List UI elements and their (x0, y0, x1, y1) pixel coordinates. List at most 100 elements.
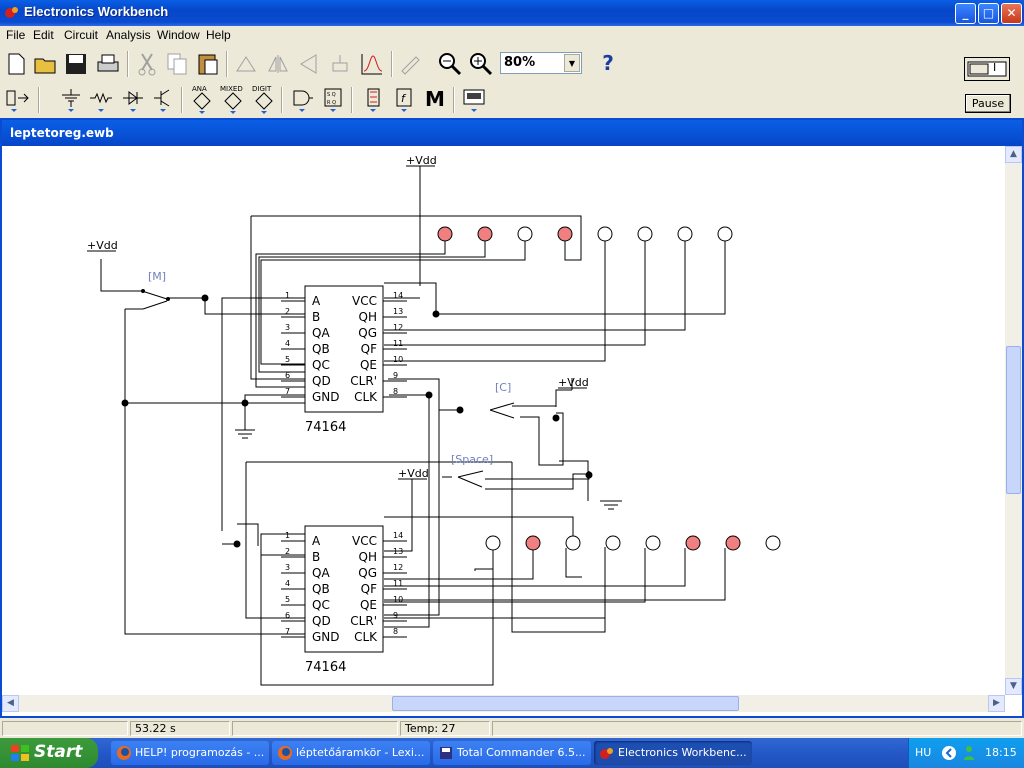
pin-name: QB (312, 582, 330, 596)
status-message (2, 721, 128, 736)
svg-text:S Q: S Q (327, 92, 336, 98)
vertical-scroll-thumb[interactable] (1006, 346, 1021, 494)
pin-name: QH (359, 310, 377, 324)
task-firefox-help[interactable]: HELP! programozás - ... (111, 741, 269, 765)
paste-icon[interactable] (195, 51, 221, 77)
zoom-in-icon[interactable] (468, 51, 494, 77)
pin-name: QF (361, 582, 377, 596)
miscellaneous-bin[interactable]: M (422, 87, 448, 113)
svg-text:f: f (401, 92, 407, 105)
start-button[interactable]: Start (0, 738, 98, 768)
minimize-button[interactable]: _ (955, 3, 976, 24)
pin-name: QF (361, 342, 377, 356)
rotate-icon[interactable] (233, 51, 259, 77)
pin-name: VCC (352, 294, 377, 308)
led-off (677, 226, 693, 242)
power-switch[interactable]: I (964, 57, 1010, 81)
open-folder-icon[interactable] (33, 51, 59, 77)
switch-m[interactable] (141, 289, 170, 310)
maximize-button[interactable]: □ (978, 3, 999, 24)
analog-ics-bin[interactable]: ANA (188, 85, 216, 115)
graph-analysis-icon[interactable] (359, 51, 385, 77)
floppy-disk-icon (440, 747, 452, 759)
scroll-down-icon[interactable]: ▼ (1005, 678, 1022, 695)
vdd-label-top: +Vdd (406, 154, 437, 167)
menu-analysis[interactable]: Analysis (106, 28, 151, 42)
scroll-left-icon[interactable]: ◀ (2, 695, 19, 712)
instruments-bin-icon[interactable] (461, 87, 487, 113)
cut-icon[interactable] (134, 51, 160, 77)
led-off (765, 535, 781, 551)
horizontal-scrollbar[interactable]: ◀ ▶ (2, 695, 1005, 712)
flip-vertical-icon[interactable] (296, 51, 322, 77)
favorites-bin-icon[interactable] (3, 87, 31, 113)
pin-name: QH (359, 550, 377, 564)
pause-button[interactable]: Pause (965, 94, 1011, 113)
led-on (557, 226, 573, 242)
language-indicator[interactable]: HU (915, 746, 931, 759)
chevron-down-icon[interactable]: ▼ (564, 54, 580, 72)
zoom-out-icon[interactable] (437, 51, 463, 77)
workbench-app-icon (600, 748, 613, 759)
menu-window[interactable]: Window (157, 28, 200, 42)
copy-icon[interactable] (164, 51, 190, 77)
switch-space[interactable] (457, 470, 484, 488)
basic-bin-icon[interactable] (88, 87, 114, 113)
tray-expand-icon[interactable] (941, 745, 957, 761)
vdd-label-right: +Vdd (558, 376, 589, 389)
task-firefox-lexi[interactable]: léptetőáramkör - Lexi... (272, 741, 430, 765)
switch-c[interactable] (489, 402, 515, 419)
pin-name: VCC (352, 534, 377, 548)
mixed-ics-bin[interactable]: MIXED (219, 85, 247, 115)
sources-bin-icon[interactable] (58, 87, 84, 113)
pin-name: QG (358, 566, 377, 580)
create-subcircuit-icon[interactable] (397, 51, 423, 77)
pin-name: A (312, 294, 321, 308)
firefox-icon (117, 746, 131, 760)
document-title-bar[interactable]: leptetoreg.ewb (2, 120, 1022, 146)
scroll-right-icon[interactable]: ▶ (988, 695, 1005, 712)
messenger-icon[interactable] (961, 745, 977, 761)
app-title-bar[interactable]: Electronics Workbench _ □ ✕ (0, 0, 1024, 26)
digital-ics-bin[interactable]: DIGIT (250, 85, 278, 115)
document-title: leptetoreg.ewb (10, 126, 114, 140)
horizontal-scroll-thumb[interactable] (392, 696, 739, 711)
status-extra (492, 721, 1022, 736)
led-on (437, 226, 453, 242)
pin-name: CLK (354, 630, 378, 644)
menu-file[interactable]: File (6, 28, 25, 42)
led-off (565, 535, 581, 551)
new-file-icon[interactable] (3, 51, 29, 77)
scroll-up-icon[interactable]: ▲ (1005, 146, 1022, 163)
workbench-app-icon (5, 7, 18, 18)
led-off (645, 535, 661, 551)
system-tray: HU 18:15 (908, 738, 1024, 768)
chip-name: 74164 (305, 420, 346, 435)
zoom-select[interactable]: 80% ▼ (500, 52, 582, 74)
pin-name: GND (312, 390, 340, 404)
help-button[interactable]: ? (594, 51, 622, 77)
pin-name: A (312, 534, 321, 548)
pin-number: 14 (393, 291, 403, 300)
save-icon[interactable] (63, 51, 89, 77)
logic-gates-bin-icon[interactable] (289, 87, 315, 113)
component-properties-icon[interactable] (327, 51, 353, 77)
pin-number: 11 (393, 579, 403, 588)
task-electronics-workbench[interactable]: Electronics Workbenc... (594, 741, 752, 765)
close-button[interactable]: ✕ (1001, 3, 1022, 24)
menu-circuit[interactable]: Circuit (64, 28, 98, 42)
digital-bin-icon[interactable]: S Q R Q (320, 87, 346, 113)
vertical-scrollbar[interactable]: ▲ ▼ (1005, 146, 1022, 695)
controls-bin-icon[interactable]: f (391, 87, 417, 113)
task-total-commander[interactable]: Total Commander 6.5... (433, 741, 591, 765)
pin-number: 12 (393, 323, 403, 332)
pin-name: CLR' (350, 374, 377, 388)
indicators-bin-icon[interactable] (360, 87, 386, 113)
flip-horizontal-icon[interactable] (266, 51, 292, 77)
print-icon[interactable] (95, 51, 121, 77)
menu-edit[interactable]: Edit (33, 28, 54, 42)
circuit-canvas[interactable]: +Vdd +Vdd +Vdd +Vdd [M] [C] [Space] 1 A 2 B… (2, 146, 1005, 695)
menu-help[interactable]: Help (206, 28, 231, 42)
transistors-bin-icon[interactable] (150, 87, 176, 113)
diodes-bin-icon[interactable] (120, 87, 146, 113)
